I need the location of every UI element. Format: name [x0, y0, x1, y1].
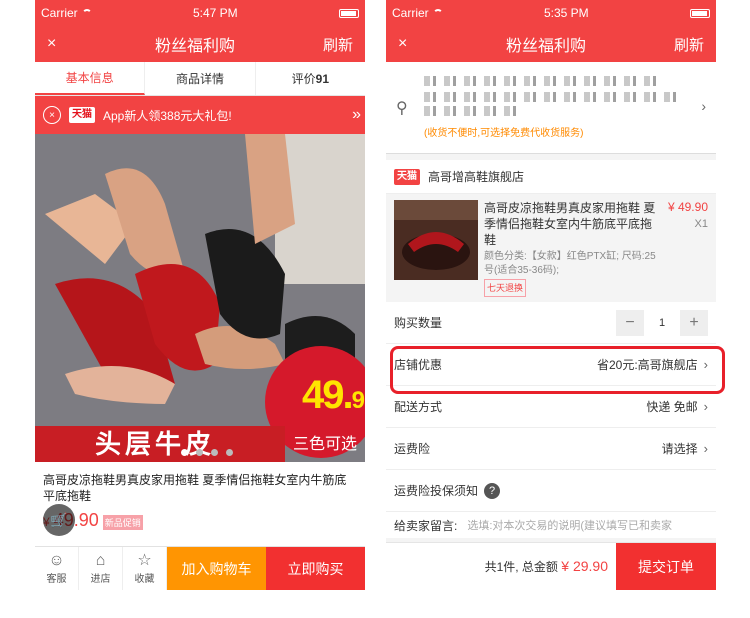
- carousel-dots[interactable]: [181, 449, 233, 456]
- increment-button[interactable]: +: [680, 309, 708, 336]
- carousel-dot[interactable]: [211, 449, 218, 456]
- quantity-label: 购买数量: [394, 316, 443, 330]
- floating-cart-button[interactable]: 🛒: [43, 504, 75, 536]
- chevron-right-icon: ›: [701, 98, 706, 114]
- redacted-recipient: [424, 76, 664, 86]
- carousel-dot[interactable]: [226, 449, 233, 456]
- shop-name: 高哥增高鞋旗舰店: [428, 170, 525, 184]
- shipping-label: 配送方式: [394, 400, 443, 414]
- double-chevron-right-icon[interactable]: »: [352, 106, 361, 124]
- decrement-button[interactable]: −: [616, 309, 644, 336]
- promo-text: App新人领388元大礼包!: [103, 108, 232, 123]
- order-confirm-screen: Carrier 5:35 PM × 粉丝福利购 刷新 ⚲ (收货不便时,可选择免…: [386, 0, 716, 590]
- enter-shop-button[interactable]: ⌂ 进店: [79, 547, 123, 590]
- bottom-action-bar: ☺ 客服 ⌂ 进店 ☆ 收藏 加入购物车 立即购买: [35, 546, 365, 590]
- nav-bar: × 粉丝福利购 刷新: [35, 26, 365, 62]
- quantity-row: 购买数量 − 1 +: [386, 302, 716, 344]
- refresh-button[interactable]: 刷新: [323, 34, 353, 55]
- tab-bar: 基本信息 商品详情 评价 91: [35, 62, 365, 96]
- promo-tag: 新品促销: [102, 515, 143, 530]
- product-image[interactable]: 49.9 三色可选 头层牛皮: [35, 134, 365, 462]
- close-icon[interactable]: ×: [47, 35, 67, 53]
- status-bar: Carrier 5:35 PM: [386, 0, 716, 26]
- star-icon: ☆: [137, 552, 152, 569]
- item-quantity: X1: [694, 218, 708, 230]
- carousel-dot[interactable]: [196, 449, 203, 456]
- store-icon: ⌂: [95, 552, 106, 569]
- carrier-label: Carrier: [392, 6, 429, 20]
- insurance-label: 运费险: [394, 442, 431, 456]
- product-name: 高哥皮凉拖鞋男真皮家用拖鞋 夏季情侣拖鞋女室内牛筋底平底拖鞋: [43, 473, 347, 503]
- delivery-note: (收货不便时,可选择免费代收货服务): [424, 128, 584, 139]
- redacted-address-line: [424, 106, 524, 116]
- shipping-address[interactable]: ⚲ (收货不便时,可选择免费代收货服务) ›: [386, 62, 716, 154]
- wifi-icon: [432, 9, 443, 17]
- chat-icon: ☺: [48, 552, 65, 569]
- item-price: ¥ 49.90: [667, 200, 708, 214]
- message-input[interactable]: 选填:对本次交易的说明(建议填写已和卖家: [467, 517, 672, 533]
- insurance-info-label: 运费险投保须知: [394, 484, 479, 498]
- order-summary: 共1件, 总金额: [484, 560, 558, 574]
- message-label: 给卖家留言:: [394, 518, 458, 533]
- close-promo-icon[interactable]: ×: [43, 106, 61, 124]
- page-title: 粉丝福利购: [505, 38, 586, 55]
- buy-now-button[interactable]: 立即购买: [266, 547, 365, 590]
- checkout-bar: 共1件, 总金额 ¥ 29.90 提交订单: [386, 542, 716, 590]
- item-thumbnail: [394, 200, 478, 280]
- seller-message-row: 给卖家留言: 选填:对本次交易的说明(建议填写已和卖家: [386, 512, 716, 538]
- tab-product-details[interactable]: 商品详情: [145, 62, 256, 95]
- clock: 5:47 PM: [192, 6, 238, 20]
- banner-headline: 头层牛皮: [35, 426, 285, 462]
- tmall-logo: 天猫: [394, 168, 420, 185]
- order-item[interactable]: 高哥皮凉拖鞋男真皮家用拖鞋 夏季情侣拖鞋女室内牛筋底平底拖鞋 颜色分类:【女款】…: [386, 194, 716, 298]
- redacted-address: [424, 92, 684, 102]
- battery-icon: [690, 8, 710, 18]
- product-screen: Carrier 5:47 PM × 粉丝福利购 刷新 基本信息 商品详情 评价 9…: [35, 0, 365, 590]
- tab-basic-info[interactable]: 基本信息: [35, 62, 146, 95]
- return-policy-tag: 七天退换: [484, 279, 527, 297]
- item-title: 高哥皮凉拖鞋男真皮家用拖鞋 夏季情侣拖鞋女室内牛筋底平底拖鞋: [484, 201, 656, 247]
- status-bar: Carrier 5:47 PM: [35, 0, 365, 26]
- cart-icon: 🛒: [50, 511, 68, 528]
- shipping-insurance-row[interactable]: 运费险 请选择 ›: [386, 428, 716, 470]
- badge-price: 49.9: [302, 373, 365, 417]
- chevron-right-icon: ›: [703, 441, 708, 456]
- nav-bar: × 粉丝福利购 刷新: [386, 26, 716, 62]
- add-to-cart-button[interactable]: 加入购物车: [167, 547, 266, 590]
- order-total: ¥ 29.90: [561, 558, 608, 574]
- wifi-icon: [81, 9, 92, 17]
- page-title: 粉丝福利购: [154, 38, 235, 55]
- customer-service-button[interactable]: ☺ 客服: [35, 547, 79, 590]
- refresh-button[interactable]: 刷新: [674, 34, 704, 55]
- close-icon[interactable]: ×: [398, 35, 418, 53]
- question-mark-icon[interactable]: ?: [484, 482, 501, 499]
- insurance-info-row[interactable]: 运费险投保须知?: [386, 470, 716, 512]
- battery-icon: [339, 8, 359, 18]
- carrier-label: Carrier: [41, 6, 78, 20]
- chevron-right-icon: ›: [703, 399, 708, 414]
- item-sku: 颜色分类:【女款】红色PTX缸; 尺码:25号(适合35-36码);: [484, 251, 656, 276]
- quantity-stepper: − 1 +: [616, 309, 708, 336]
- quantity-value[interactable]: 1: [644, 317, 680, 329]
- location-pin-icon: ⚲: [396, 100, 408, 117]
- badge-subtitle: 三色可选: [292, 436, 357, 453]
- shop-header[interactable]: 天猫 高哥增高鞋旗舰店: [386, 160, 716, 194]
- promo-banner[interactable]: × 天猫 App新人领388元大礼包! »: [35, 96, 365, 134]
- tab-reviews[interactable]: 评价 91: [256, 62, 365, 95]
- tmall-logo: 天猫: [69, 107, 95, 123]
- carousel-dot[interactable]: [181, 449, 188, 456]
- submit-order-button[interactable]: 提交订单: [616, 542, 716, 590]
- clock: 5:35 PM: [543, 6, 589, 20]
- insurance-value: 请选择: [661, 442, 698, 456]
- shipping-value: 快递 免邮: [646, 400, 698, 414]
- favorite-button[interactable]: ☆ 收藏: [123, 547, 167, 590]
- product-info: 高哥皮凉拖鞋男真皮家用拖鞋 夏季情侣拖鞋女室内牛筋底平底拖鞋 ¥ 49.90 新…: [35, 462, 365, 548]
- highlight-box: [390, 346, 725, 394]
